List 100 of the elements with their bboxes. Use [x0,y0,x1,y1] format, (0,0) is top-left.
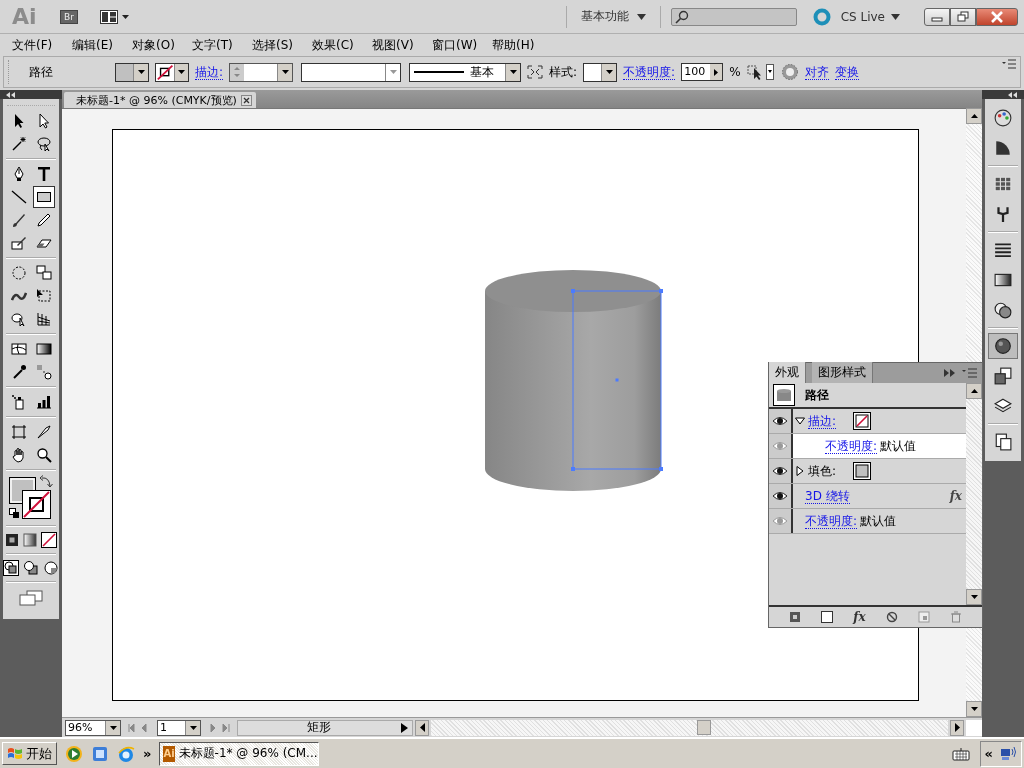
menu-item[interactable]: 文字(T) [192,36,252,54]
status-info-menu[interactable]: 矩形 [237,719,413,736]
right-triangle-icon [401,722,408,733]
desktop-shortcut-icon[interactable] [91,744,109,763]
right-arrow-icon [954,723,960,732]
selection-type-label: 路径 [28,63,54,81]
expand-arrows-icon[interactable] [527,65,544,79]
app-icon: Ai [163,745,175,762]
caret-icon [189,725,197,730]
document-tab[interactable]: 未标题-1* @ 96% (CMYK/预览) [64,92,256,108]
browser-icon[interactable] [117,744,135,763]
appearance-row[interactable]: 不透明度: 默认值 [769,509,966,534]
align-link[interactable]: 对齐 [804,64,829,80]
search-icon [674,9,689,24]
page-field[interactable]: 1 [157,719,201,736]
none-mode-icon[interactable] [41,532,57,548]
network-icon[interactable] [999,745,1017,762]
no-stroke-icon [156,63,175,81]
opacity-field[interactable]: 100 [681,63,724,81]
start-button[interactable]: 开始 [2,742,57,765]
recolor-artwork-icon[interactable] [780,63,799,81]
eye-icon[interactable] [772,415,788,427]
transform-link[interactable]: 变换 [834,64,859,80]
taskbar-window-button[interactable]: Ai 未标题-1* @ 96% (CM... [159,741,320,766]
eye-icon[interactable] [772,465,788,477]
restore-button[interactable] [950,7,976,26]
panel-tab[interactable]: 图形样式 [812,362,873,383]
add-stroke-icon[interactable] [789,611,802,623]
menu-item[interactable]: 帮助(H) [492,36,552,54]
stroke-link[interactable]: 描边: [195,64,224,80]
opacity-link[interactable]: 不透明度: [805,513,858,529]
object-type-label: 路径 [805,386,829,404]
panel-menu-icon[interactable] [1002,59,1016,69]
scroll-left-button[interactable] [415,719,429,736]
stroke-color-dropdown[interactable] [155,62,189,82]
caret-icon [509,70,517,74]
add-effect-button[interactable]: fx [853,610,866,624]
fill-swatch[interactable] [853,462,872,480]
menu-item[interactable]: 选择(S) [252,36,312,54]
fill-stroke-drawing[interactable] [6,474,56,522]
stroke-swatch[interactable] [853,412,872,430]
menu-item[interactable]: 效果(C) [312,36,372,54]
bridge-button[interactable]: Br [60,9,78,24]
down-arrow-icon [970,595,978,599]
collapsed-triangle-icon[interactable] [795,466,805,476]
cs-live-menu[interactable]: CS Live [840,9,900,24]
caret-icon [636,13,646,20]
more-shortcuts[interactable]: » [143,746,152,761]
color-mode-icon[interactable] [5,533,19,547]
minimize-button[interactable] [924,7,950,26]
menu-item[interactable]: 窗口(W) [432,36,492,54]
caret-icon [605,70,613,74]
appearance-row[interactable]: 填色: [769,459,966,484]
scroll-right-button[interactable] [950,719,964,736]
select-similar-icon[interactable] [746,63,775,81]
close-button[interactable] [976,7,1018,26]
eye-icon[interactable] [772,490,788,502]
expanded-triangle-icon[interactable] [795,416,805,426]
appearance-icon[interactable] [988,333,1018,359]
menu-item[interactable]: 编辑(E) [72,36,132,54]
ring-icon[interactable] [812,7,831,26]
media-player-icon[interactable] [65,744,83,763]
stroke-weight-field[interactable] [229,62,294,82]
gradient-mode-icon[interactable] [23,533,37,547]
collapse-panel-icon[interactable] [944,369,956,377]
panel-tab[interactable]: 外观 [769,362,806,383]
clear-appearance-icon[interactable] [885,611,898,623]
app-logo: Ai [12,3,38,30]
trash-icon[interactable] [949,611,962,623]
rectangle-tool-icon[interactable] [32,186,55,208]
draw-behind-icon[interactable] [23,560,39,576]
appearance-row[interactable]: 不透明度: 默认值 [769,434,966,459]
opacity-link[interactable]: 不透明度: [623,64,676,80]
horizontal-scrollbar[interactable] [431,719,948,736]
menu-item[interactable]: 对象(O) [132,36,192,54]
panel-scrollbar[interactable] [966,383,982,605]
draw-inside-icon[interactable] [43,560,59,576]
workspace-switcher[interactable]: 基本功能 [576,8,650,25]
menu-item[interactable]: 文件(F) [12,36,72,54]
opacity-value: 默认值 [860,512,897,530]
variable-width-dropdown[interactable] [301,62,402,82]
arrange-documents-icon[interactable] [100,9,130,24]
draw-normal-icon[interactable] [3,560,19,576]
effect-link[interactable]: 3D 绕转 [805,488,850,504]
fill-color-dropdown[interactable] [115,62,149,82]
appearance-row[interactable]: 3D 绕转 fx [769,484,966,509]
opacity-link[interactable]: 不透明度: [825,438,878,454]
graphic-style-dropdown[interactable] [583,62,618,82]
stroke-link[interactable]: 描边: [808,413,837,429]
close-icon[interactable] [240,94,252,106]
show-hidden-icons[interactable]: « [984,746,993,761]
keyboard-icon[interactable] [951,746,970,761]
brush-definition-dropdown[interactable]: 基本 [409,62,522,82]
zoom-field[interactable]: 96% [65,719,121,736]
caret-icon [389,70,397,74]
caret-icon [281,70,289,74]
screen-mode-icon[interactable] [19,590,43,606]
menu-item[interactable]: 视图(V) [372,36,432,54]
add-fill-icon[interactable] [821,611,834,623]
search-field[interactable] [670,7,797,26]
